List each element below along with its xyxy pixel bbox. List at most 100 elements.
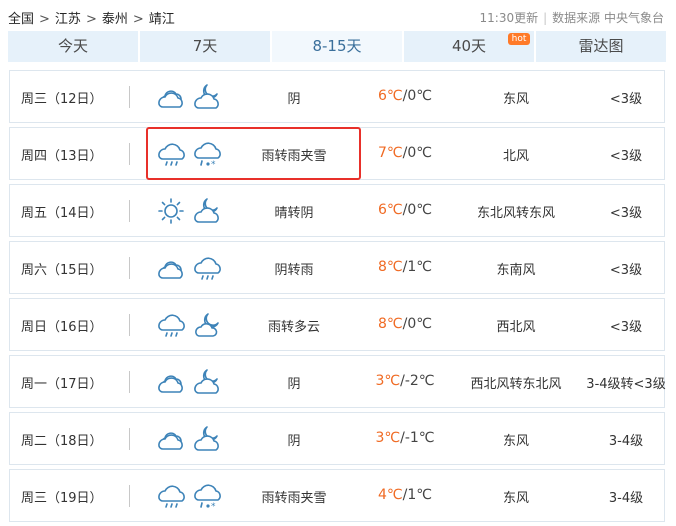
high-temp: 6℃ (378, 202, 403, 218)
tab-40-days[interactable]: 40天 hot (404, 31, 534, 62)
weather-description: 阴转雨 (274, 263, 314, 278)
rain-icon (190, 251, 224, 285)
hot-badge: hot (508, 33, 530, 45)
low-temp: /-2℃ (400, 373, 435, 389)
tab-8-15-days[interactable]: 8-15天 (272, 31, 402, 62)
temperature: 7℃/0℃ (360, 145, 450, 161)
forecast-row[interactable]: 周五（14日） 晴转阴 6℃/0℃ 东北风转东风 <3级 (9, 184, 665, 237)
weather-description: 雨转多云 (267, 320, 320, 335)
day-label: 周二（18日） (21, 434, 103, 449)
wind-direction: 东风 (502, 92, 529, 107)
low-temp: /-1℃ (400, 430, 435, 446)
svg-text:*: * (211, 502, 216, 512)
cloudy-icon (154, 422, 188, 456)
day-label: 周四（13日） (21, 149, 103, 164)
low-temp: /1℃ (402, 487, 432, 503)
weather-description: 雨转雨夹雪 (261, 491, 327, 506)
day-label: 周三（12日） (21, 92, 103, 107)
row-divider (129, 371, 130, 393)
day-label: 周六（15日） (21, 263, 103, 278)
cloudy-icon (154, 80, 188, 114)
forecast-row[interactable]: 周三（19日） * 雨转雨夹雪 4℃/1℃ 东风 3-4级 (9, 469, 665, 522)
weather-description: 阴 (287, 377, 301, 392)
breadcrumb-separator: > (85, 12, 97, 27)
temperature: 8℃/0℃ (360, 316, 450, 332)
low-temp: /1℃ (402, 259, 432, 275)
temperature: 3℃/-2℃ (360, 373, 450, 389)
breadcrumb-current: 靖江 (148, 12, 175, 27)
row-divider (129, 257, 130, 279)
low-temp: /0℃ (402, 145, 432, 161)
high-temp: 8℃ (378, 316, 403, 332)
day-label: 周五（14日） (21, 206, 103, 221)
partly-cloudy-night-icon (190, 308, 224, 342)
wind-direction: 西北风转东北风 (470, 377, 562, 392)
high-temp: 3℃ (375, 430, 401, 446)
row-divider (129, 485, 130, 507)
temperature: 4℃/1℃ (360, 487, 450, 503)
breadcrumb-separator: > (39, 12, 50, 27)
tab-today[interactable]: 今天 (8, 31, 138, 62)
cloudy-icon (154, 365, 188, 399)
wind-direction: 东风 (502, 434, 529, 449)
high-temp: 4℃ (378, 487, 403, 503)
wind-level: 3-4级转<3级 (586, 377, 666, 392)
temperature: 6℃/0℃ (360, 202, 450, 218)
data-source: 数据来源 中央气象台 (552, 11, 664, 25)
temperature: 8℃/1℃ (360, 259, 450, 275)
wind-level: 3-4级 (608, 434, 644, 449)
breadcrumb-city[interactable]: 泰州 (102, 12, 128, 27)
forecast-row[interactable]: 周二（18日） 阴 3℃/-1℃ 东风 3-4级 (9, 412, 665, 465)
forecast-row[interactable]: 周三（12日） 阴 6℃/0℃ 东风 <3级 (9, 70, 665, 123)
wind-level: <3级 (609, 92, 643, 107)
row-divider (129, 314, 130, 336)
tab-radar[interactable]: 雷达图 (536, 31, 666, 62)
row-divider (129, 428, 130, 450)
high-temp: 7℃ (378, 145, 403, 161)
row-divider (129, 86, 130, 108)
weather-description: 阴 (287, 92, 301, 107)
cloudy-night-icon (190, 194, 224, 228)
cloudy-icon (154, 251, 188, 285)
wind-direction: 北风 (502, 149, 529, 164)
forecast-row[interactable]: 周一（17日） 阴 3℃/-2℃ 西北风转东北风 3-4级转<3级 (9, 355, 666, 408)
wind-direction: 西北风 (496, 320, 536, 335)
cloudy-night-icon (190, 80, 224, 114)
temperature: 3℃/-1℃ (360, 430, 450, 446)
weather-description: 晴转阴 (274, 206, 314, 221)
wind-direction: 东南风 (496, 263, 536, 278)
low-temp: /0℃ (402, 202, 432, 218)
meta-divider: | (543, 11, 548, 25)
day-label: 周三（19日） (21, 491, 103, 506)
update-time: 11:30更新 (479, 11, 539, 25)
sunny-icon (154, 194, 188, 228)
wind-level: 3-4级 (608, 491, 644, 506)
wind-level: <3级 (609, 263, 643, 278)
tab-40-days-label: 40天 (451, 37, 487, 55)
wind-direction: 东风 (502, 491, 529, 506)
day-label: 周一（17日） (21, 377, 103, 392)
forecast-row[interactable]: 周日（16日） 雨转多云 8℃/0℃ 西北风 <3级 (9, 298, 665, 351)
sleet-icon: * (190, 479, 224, 513)
forecast-tabs: 今天 7天 8-15天 40天 hot 雷达图 (8, 31, 666, 62)
temperature: 6℃/0℃ (360, 88, 450, 104)
wind-level: <3级 (609, 206, 643, 221)
breadcrumb-province[interactable]: 江苏 (55, 12, 81, 27)
high-temp: 6℃ (378, 88, 403, 104)
top-bar: 全国 > 江苏 > 泰州 > 靖江 11:30更新 | 数据来源 中央气象台 (0, 0, 676, 30)
high-temp: 3℃ (375, 373, 401, 389)
forecast-row[interactable]: 周六（15日） 阴转雨 8℃/1℃ 东南风 <3级 (9, 241, 665, 294)
day-label: 周日（16日） (21, 320, 103, 335)
wind-level: <3级 (609, 149, 643, 164)
rain-icon (154, 479, 188, 513)
tab-7-days[interactable]: 7天 (140, 31, 270, 62)
cloudy-night-icon (190, 422, 224, 456)
high-temp: 8℃ (378, 259, 403, 275)
low-temp: /0℃ (402, 316, 432, 332)
breadcrumb-national[interactable]: 全国 (8, 12, 34, 27)
wind-level: <3级 (609, 320, 643, 335)
row-divider (129, 143, 130, 165)
wind-direction: 东北风转东风 (476, 206, 555, 221)
highlight-box (146, 127, 361, 180)
breadcrumb-separator: > (132, 12, 144, 27)
